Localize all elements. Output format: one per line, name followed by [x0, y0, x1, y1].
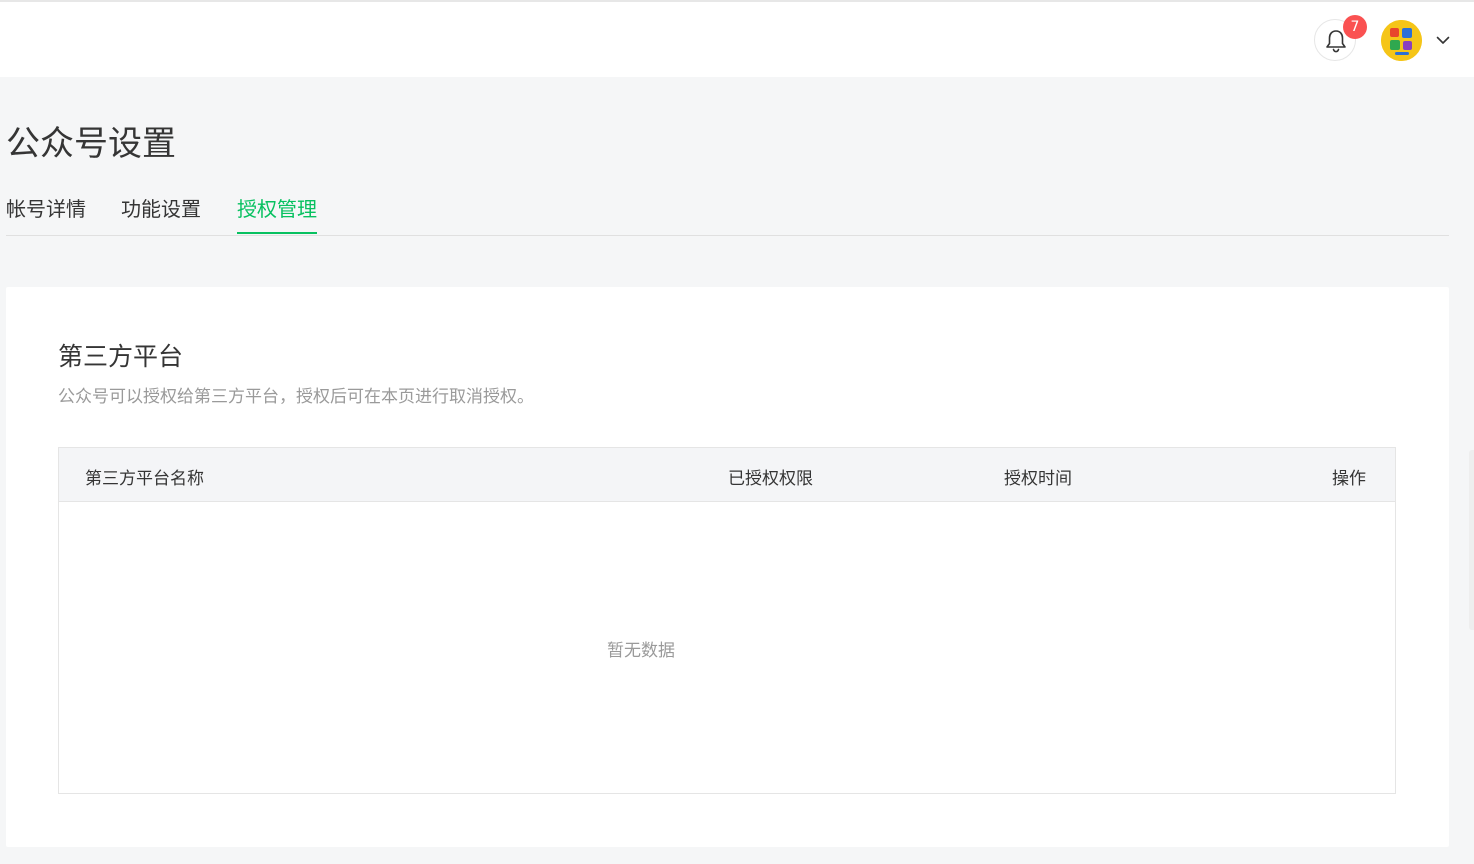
- tab-bar: 帐号详情 功能设置 授权管理: [6, 189, 1449, 236]
- column-header-platform-name: 第三方平台名称: [85, 469, 204, 489]
- column-header-auth-time: 授权时间: [1004, 469, 1072, 489]
- tab-account-details[interactable]: 帐号详情: [6, 193, 86, 234]
- avatar-logo-icon: [1381, 20, 1422, 61]
- third-party-card: 第三方平台 公众号可以授权给第三方平台，授权后可在本页进行取消授权。 第三方平台…: [6, 287, 1449, 847]
- authorization-table: 第三方平台名称 已授权权限 授权时间 操作 暂无数据: [58, 447, 1396, 794]
- tab-authorization-management[interactable]: 授权管理: [237, 193, 317, 234]
- chevron-down-icon[interactable]: [1436, 36, 1450, 45]
- notification-button[interactable]: 7: [1314, 15, 1367, 61]
- scrollbar[interactable]: [1469, 450, 1474, 630]
- avatar[interactable]: [1381, 20, 1422, 61]
- section-title: 第三方平台: [58, 342, 184, 371]
- top-bar: 7: [0, 0, 1474, 77]
- column-header-actions: 操作: [1332, 469, 1366, 489]
- notification-badge: 7: [1343, 15, 1367, 39]
- empty-state-text: 暂无数据: [607, 641, 675, 661]
- table-header: 第三方平台名称 已授权权限 授权时间 操作: [59, 448, 1395, 502]
- page-title: 公众号设置: [6, 124, 176, 164]
- column-header-permissions: 已授权权限: [728, 469, 813, 489]
- tab-function-settings[interactable]: 功能设置: [121, 193, 201, 234]
- section-description: 公众号可以授权给第三方平台，授权后可在本页进行取消授权。: [58, 387, 534, 407]
